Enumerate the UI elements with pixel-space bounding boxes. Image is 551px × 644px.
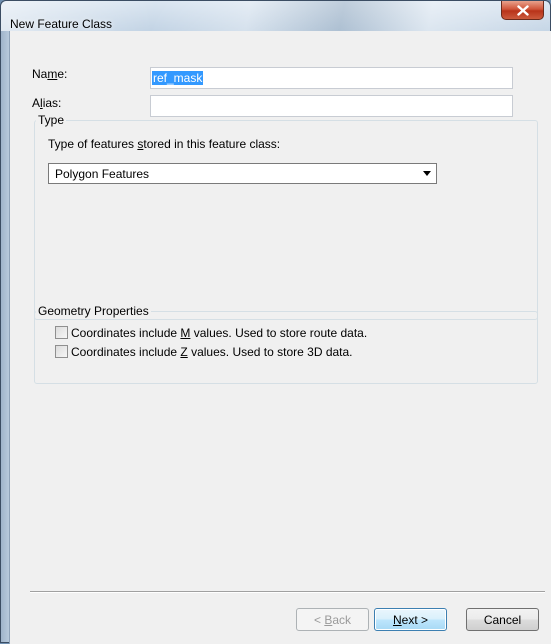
- close-icon: [516, 4, 529, 16]
- alias-label: Alias:: [32, 96, 62, 110]
- cancel-button[interactable]: Cancel: [466, 608, 539, 631]
- name-input[interactable]: ref_mask: [150, 67, 513, 89]
- z-values-label: Coordinates include Z values. Used to st…: [71, 344, 353, 359]
- m-values-checkbox[interactable]: [55, 326, 68, 339]
- z-values-checkbox[interactable]: [55, 345, 68, 358]
- dialog-body: Name: ref_mask Alias: Type Type of featu…: [9, 31, 551, 644]
- title-bar[interactable]: New Feature Class: [1, 1, 550, 31]
- feature-type-select[interactable]: Polygon Features: [48, 163, 437, 184]
- geometry-group-legend: Geometry Properties: [36, 304, 151, 318]
- z-values-option[interactable]: Coordinates include Z values. Used to st…: [55, 344, 353, 359]
- name-input-value: ref_mask: [152, 71, 204, 85]
- next-button[interactable]: Next >: [374, 608, 447, 631]
- chevron-down-icon: [423, 171, 431, 176]
- cancel-button-label: Cancel: [483, 612, 522, 627]
- name-label: Name:: [32, 67, 68, 81]
- back-button-label: < Back: [313, 612, 352, 627]
- back-button[interactable]: < Back: [296, 608, 369, 631]
- feature-type-prompt: Type of features stored in this feature …: [48, 137, 281, 151]
- close-button[interactable]: [501, 1, 544, 20]
- alias-input[interactable]: [150, 95, 513, 117]
- m-values-label: Coordinates include M values. Used to st…: [71, 325, 368, 340]
- window-title: New Feature Class: [10, 17, 113, 31]
- feature-type-selected: Polygon Features: [55, 167, 150, 181]
- button-separator: [30, 591, 545, 593]
- window-frame-left: [1, 31, 9, 642]
- m-values-option[interactable]: Coordinates include M values. Used to st…: [55, 325, 367, 340]
- dialog-window: New Feature Class Name: ref_mask Alias: …: [0, 0, 551, 644]
- type-group-legend: Type: [36, 113, 67, 127]
- next-button-label: Next >: [392, 612, 429, 627]
